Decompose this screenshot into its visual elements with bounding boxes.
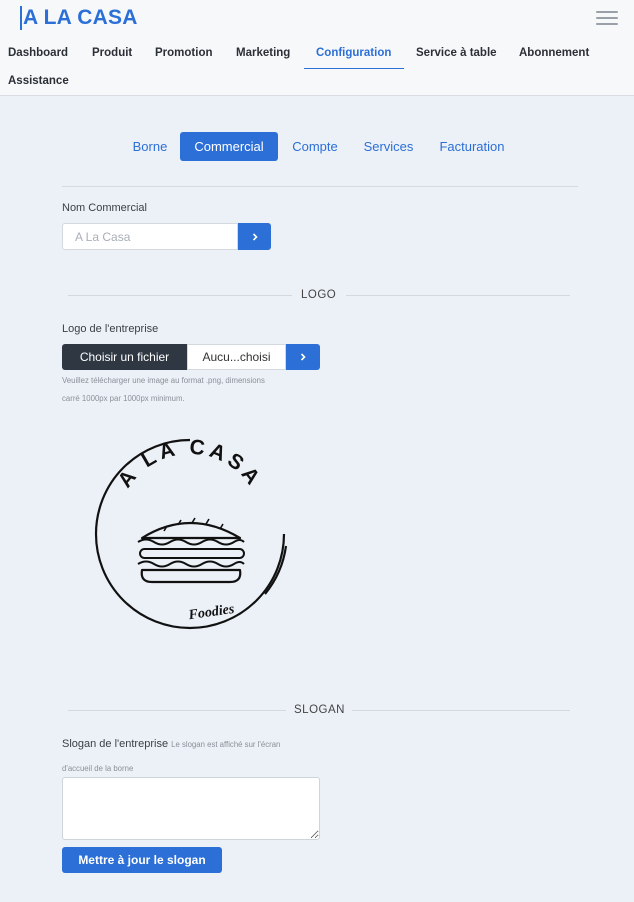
logo-divider-left	[68, 295, 292, 296]
hamburger-menu-icon[interactable]	[596, 11, 618, 25]
logo-section-title: LOGO	[301, 289, 337, 301]
nav-configuration[interactable]: Configuration	[316, 47, 391, 59]
divider	[62, 186, 578, 187]
tab-services[interactable]: Services	[357, 132, 420, 161]
nav-promotion[interactable]: Promotion	[155, 47, 213, 59]
logo-help-text-2: carré 1000px par 1000px minimum.	[62, 394, 185, 403]
brand-logo[interactable]: A LA CASA	[20, 6, 138, 30]
slogan-hint-2: d'accueil de la borne	[62, 764, 134, 773]
tab-compte[interactable]: Compte	[285, 132, 345, 161]
chevron-right-icon	[252, 232, 258, 241]
logo-help-text-1: Veuillez télécharger une image au format…	[62, 376, 265, 385]
logo-submit-button[interactable]	[286, 344, 320, 370]
nav-produit[interactable]: Produit	[92, 47, 132, 59]
logo-label: Logo de l'entreprise	[62, 323, 159, 335]
tab-facturation[interactable]: Facturation	[430, 132, 514, 161]
tab-borne[interactable]: Borne	[126, 132, 174, 161]
choose-file-button[interactable]: Choisir un fichier	[62, 344, 187, 370]
logo-divider-right	[346, 295, 570, 296]
commercial-name-input[interactable]: A La Casa	[62, 223, 238, 250]
nav-assistance[interactable]: Assistance	[8, 75, 69, 87]
commercial-name-label: Nom Commercial	[62, 202, 147, 214]
nav-abonnement[interactable]: Abonnement	[519, 47, 589, 59]
logo-text-top: A LA CASA	[113, 435, 262, 492]
main-nav: Dashboard Produit Promotion Marketing Co…	[0, 40, 634, 96]
slogan-section-title: SLOGAN	[294, 704, 345, 716]
chevron-right-icon	[300, 353, 306, 361]
slogan-divider-right	[352, 710, 570, 711]
nav-marketing[interactable]: Marketing	[236, 47, 290, 59]
slogan-divider-left	[68, 710, 286, 711]
slogan-hint-1: Le slogan est affiché sur l'écran	[171, 740, 281, 749]
file-name-field: Aucu...choisi	[187, 344, 286, 370]
tab-commercial[interactable]: Commercial	[180, 132, 278, 161]
slogan-textarea[interactable]	[62, 777, 320, 840]
slogan-label-text: Slogan de l'entreprise	[62, 738, 169, 750]
nav-service-a-table[interactable]: Service à table	[416, 47, 497, 59]
nav-dashboard[interactable]: Dashboard	[8, 47, 68, 59]
update-slogan-button[interactable]: Mettre à jour le slogan	[62, 847, 222, 873]
svg-text:A LA CASA: A LA CASA	[113, 435, 266, 492]
slogan-label: Slogan de l'entreprise Le slogan est aff…	[62, 738, 280, 750]
nav-active-indicator	[304, 68, 404, 69]
top-bar: A LA CASA	[0, 0, 634, 40]
commercial-name-submit-button[interactable]	[238, 223, 271, 250]
company-logo-image: A LA CASA Foodies	[90, 434, 290, 634]
